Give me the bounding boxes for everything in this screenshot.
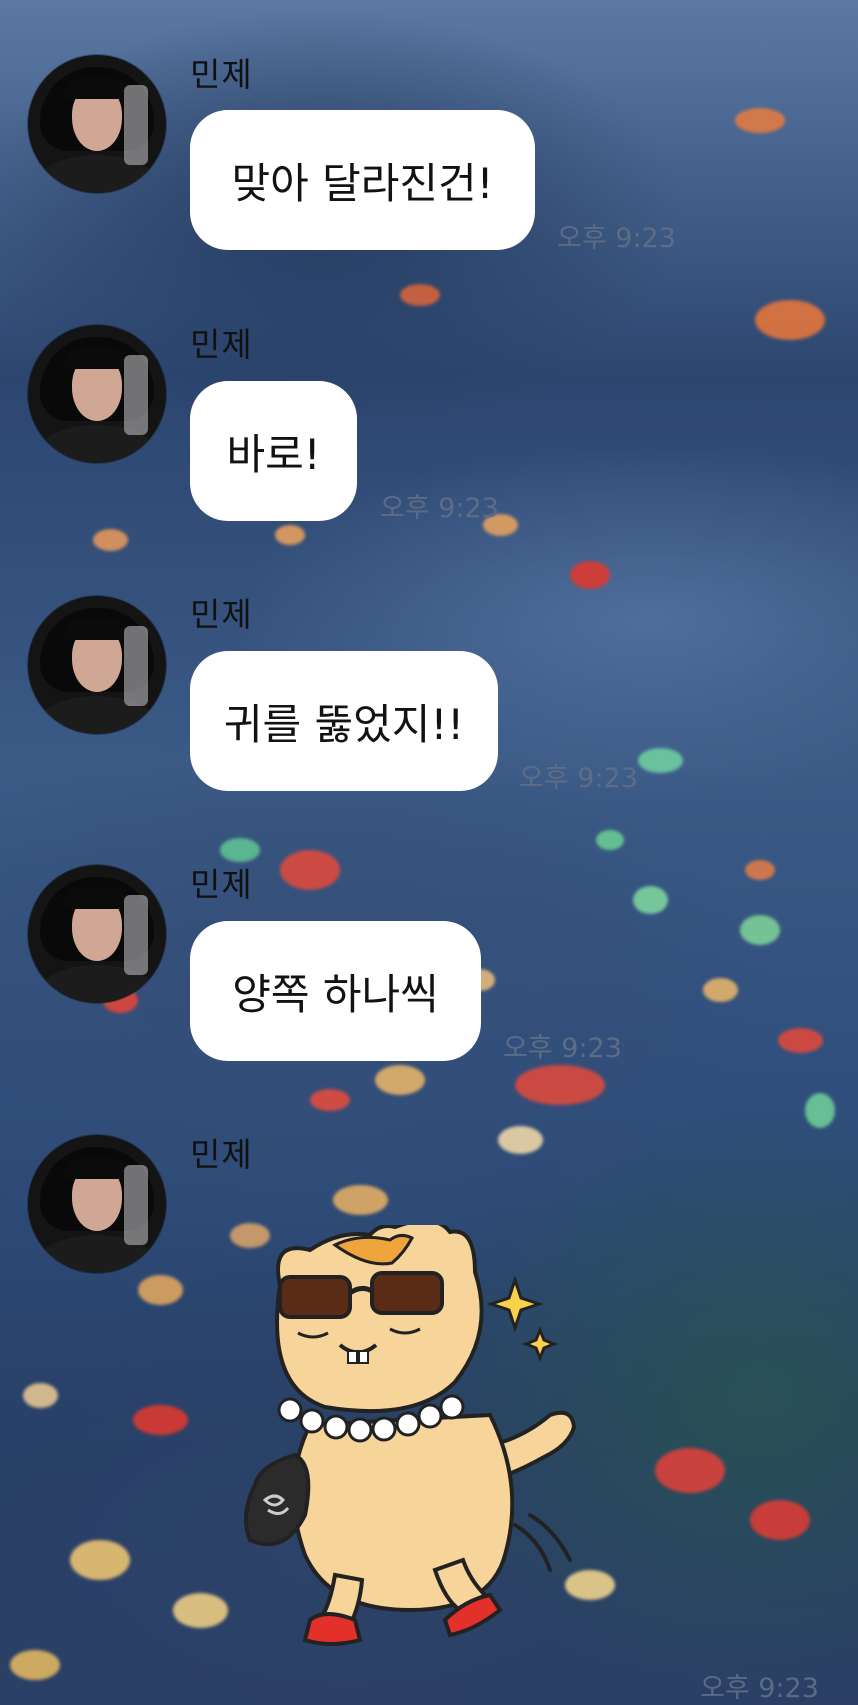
message-timestamp: 오후 9:23 bbox=[519, 763, 638, 794]
hamster-sticker-icon[interactable] bbox=[240, 1225, 630, 1665]
message-timestamp: 오후 9:23 bbox=[557, 223, 676, 254]
message-timestamp: 오후 9:23 bbox=[700, 1673, 819, 1704]
message-timestamp: 오후 9:23 bbox=[380, 493, 499, 524]
message-bubble[interactable]: 바로! bbox=[190, 381, 357, 521]
message-bubble[interactable]: 맞아 달라진건! bbox=[190, 110, 535, 250]
message-text: 바로! bbox=[226, 429, 321, 479]
message-timestamp: 오후 9:23 bbox=[503, 1033, 622, 1064]
message-bubble[interactable]: 귀를 뚫었지!! bbox=[190, 651, 498, 791]
message-text: 귀를 뚫었지!! bbox=[223, 699, 465, 749]
chat-message-list[interactable]: 민제 맞아 달라진건! 오후 9:23 민제 바로! 오후 9:23 민제 귀를… bbox=[0, 0, 858, 1705]
sender-name: 민제 bbox=[190, 55, 253, 94]
profile-avatar[interactable] bbox=[28, 55, 166, 193]
sender-name: 민제 bbox=[190, 1135, 253, 1174]
message-bubble[interactable]: 양쪽 하나씩 bbox=[190, 921, 481, 1061]
profile-avatar[interactable] bbox=[28, 325, 166, 463]
sender-name: 민제 bbox=[190, 325, 253, 364]
sender-name: 민제 bbox=[190, 595, 253, 634]
message-text: 양쪽 하나씩 bbox=[232, 969, 439, 1019]
profile-avatar[interactable] bbox=[28, 1135, 166, 1273]
sender-name: 민제 bbox=[190, 865, 253, 904]
profile-avatar[interactable] bbox=[28, 865, 166, 1003]
message-text: 맞아 달라진건! bbox=[231, 158, 494, 208]
profile-avatar[interactable] bbox=[28, 596, 166, 734]
